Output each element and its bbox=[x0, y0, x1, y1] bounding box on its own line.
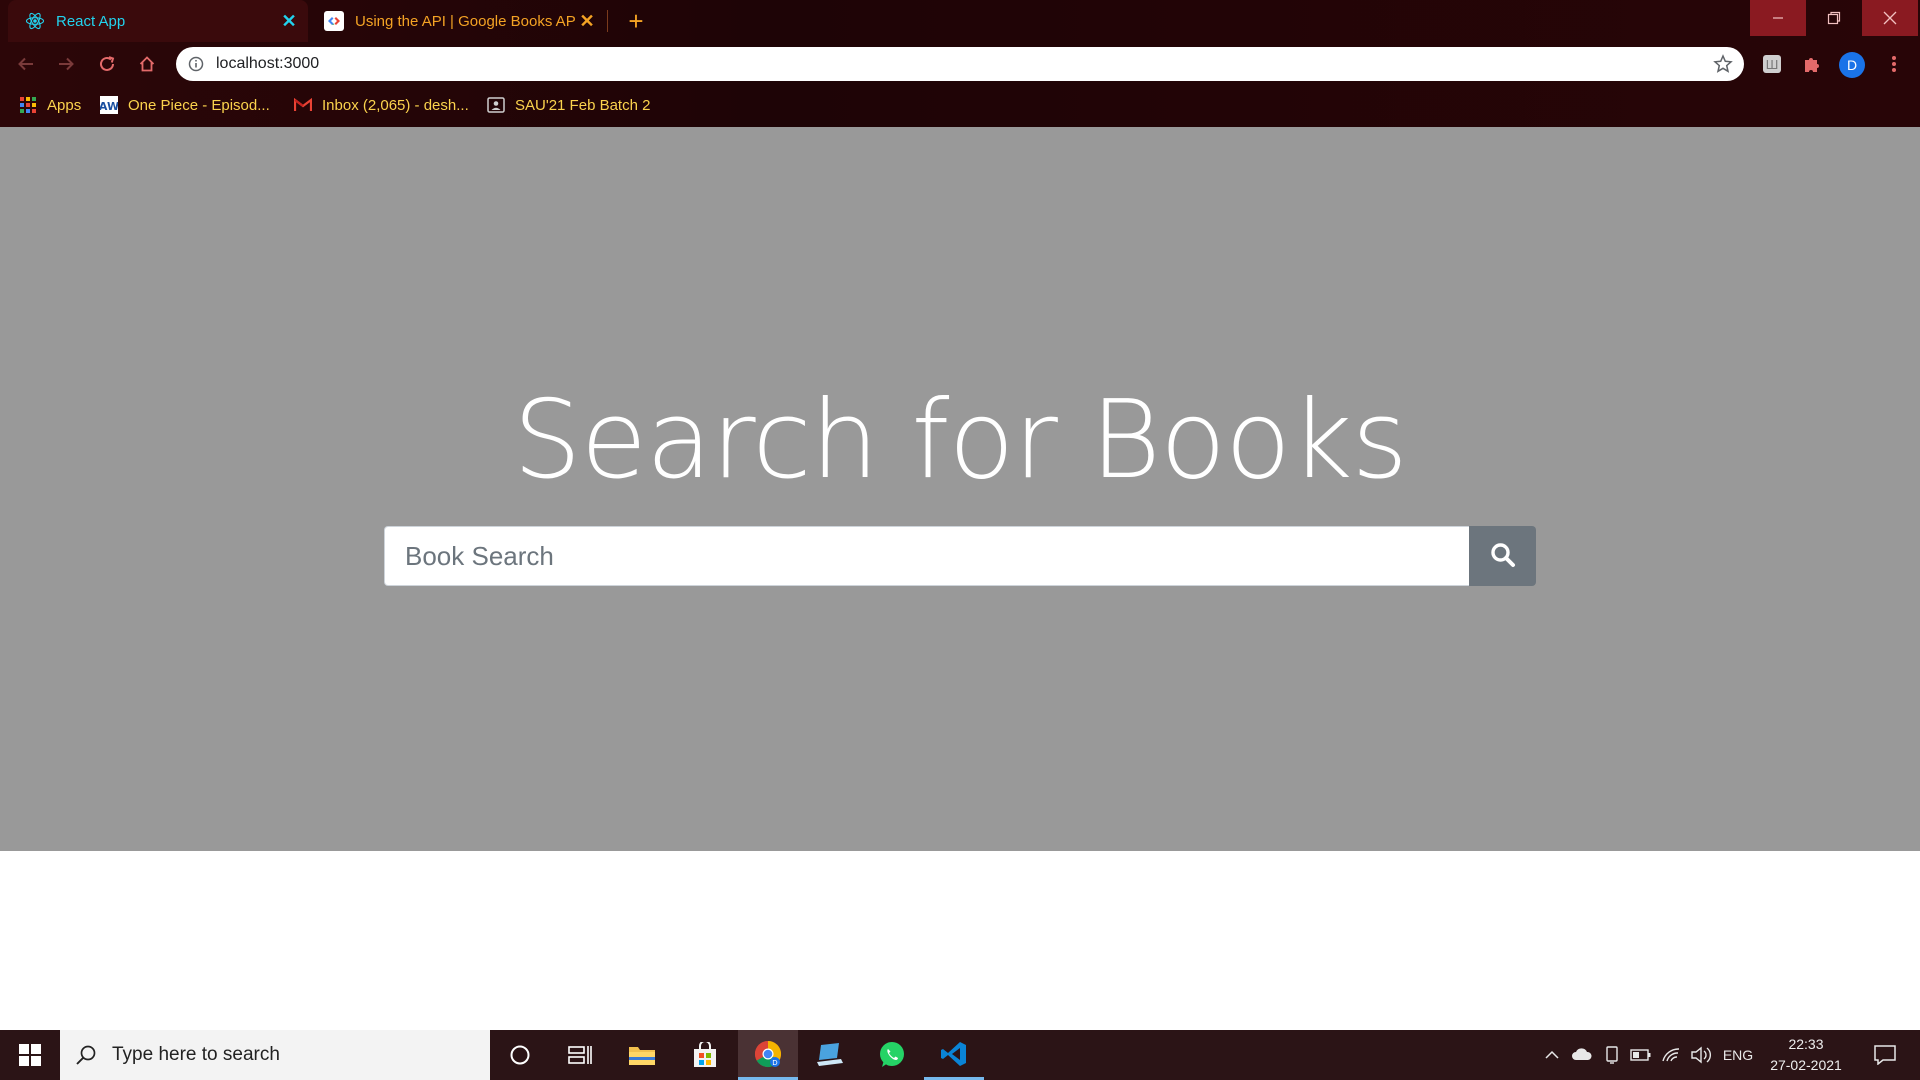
search-button[interactable] bbox=[1469, 526, 1536, 586]
whatsapp-icon[interactable] bbox=[862, 1030, 922, 1080]
taskbar-search-box[interactable]: Type here to search bbox=[60, 1030, 490, 1080]
home-icon[interactable] bbox=[133, 50, 161, 78]
apps-grid-icon bbox=[19, 96, 37, 114]
tab-title: React App bbox=[56, 12, 126, 30]
close-icon[interactable]: ✕ bbox=[576, 10, 598, 32]
battery-icon[interactable] bbox=[1628, 1030, 1654, 1080]
gmail-icon bbox=[294, 96, 312, 114]
tab-react-app[interactable]: React App ✕ bbox=[8, 0, 308, 42]
bookmark-gmail-inbox[interactable]: Inbox (2,065) - desh... bbox=[294, 91, 469, 119]
forward-arrow-icon[interactable] bbox=[52, 50, 80, 78]
device-icon[interactable] bbox=[1600, 1030, 1624, 1080]
book-search-form bbox=[384, 526, 1536, 586]
clock-time: 22:33 bbox=[1788, 1036, 1824, 1052]
cortana-icon[interactable] bbox=[490, 1030, 550, 1080]
svg-text:AW: AW bbox=[100, 100, 118, 113]
windows-taskbar: Type here to search D ENG 22:33 27-02-20… bbox=[0, 1030, 1920, 1080]
tab-strip: React App ✕ Using the API | Google Books… bbox=[0, 0, 1920, 42]
address-bar[interactable]: localhost:3000 bbox=[176, 47, 1744, 81]
search-icon bbox=[74, 1043, 98, 1067]
info-icon[interactable] bbox=[186, 54, 206, 74]
tab-google-books-api[interactable]: Using the API | Google Books API ✕ bbox=[316, 0, 606, 42]
tab-title: Using the API | Google Books API bbox=[355, 12, 576, 30]
close-icon[interactable]: ✕ bbox=[278, 10, 300, 32]
bookmark-label: One Piece - Episod... bbox=[128, 96, 270, 114]
page-title: Search for Books bbox=[513, 378, 1408, 503]
bookmarks-bar: Apps AW One Piece - Episod... Inbox (2,0… bbox=[0, 91, 1920, 119]
reload-icon[interactable] bbox=[93, 50, 121, 78]
chevron-up-icon[interactable] bbox=[1539, 1030, 1565, 1080]
browser-chrome: React App ✕ Using the API | Google Books… bbox=[0, 0, 1920, 127]
svg-text:D: D bbox=[772, 1059, 777, 1067]
bookmark-apps[interactable]: Apps bbox=[19, 91, 81, 119]
system-clock[interactable]: 22:33 27-02-2021 bbox=[1756, 1034, 1856, 1076]
file-explorer-icon[interactable] bbox=[612, 1030, 672, 1080]
contact-card-icon bbox=[487, 96, 505, 114]
minimize-icon[interactable] bbox=[1750, 0, 1806, 36]
bookmark-label: SAU'21 Feb Batch 2 bbox=[515, 96, 651, 114]
google-developers-icon bbox=[324, 11, 344, 31]
bookmark-sau-batch[interactable]: SAU'21 Feb Batch 2 bbox=[487, 91, 650, 119]
react-icon bbox=[25, 11, 45, 31]
svg-text:Ш: Ш bbox=[1766, 58, 1779, 72]
taskbar-search-placeholder: Type here to search bbox=[112, 1044, 280, 1065]
clock-date: 27-02-2021 bbox=[1770, 1057, 1842, 1073]
task-view-icon[interactable] bbox=[550, 1030, 610, 1080]
aw-icon: AW bbox=[100, 96, 118, 114]
bookmark-star-icon[interactable] bbox=[1712, 53, 1734, 75]
puzzle-extensions-icon[interactable] bbox=[1798, 50, 1826, 78]
laptop-app-icon[interactable] bbox=[800, 1030, 860, 1080]
close-window-icon[interactable] bbox=[1862, 0, 1918, 36]
profile-avatar[interactable]: D bbox=[1839, 52, 1865, 78]
page-viewport: Search for Books bbox=[0, 127, 1920, 1030]
back-arrow-icon[interactable] bbox=[12, 50, 40, 78]
tab-separator bbox=[607, 10, 608, 32]
extension-icon[interactable]: Ш bbox=[1758, 50, 1786, 78]
bookmark-label: Apps bbox=[47, 96, 82, 114]
new-tab-plus-icon[interactable]: + bbox=[622, 8, 650, 36]
hero-section: Search for Books bbox=[0, 127, 1920, 851]
onedrive-cloud-icon[interactable] bbox=[1568, 1030, 1596, 1080]
volume-icon[interactable] bbox=[1688, 1030, 1714, 1080]
more-menu-icon[interactable] bbox=[1880, 50, 1908, 78]
wifi-icon[interactable] bbox=[1658, 1030, 1684, 1080]
chrome-icon[interactable]: D bbox=[738, 1030, 798, 1080]
microsoft-store-icon[interactable] bbox=[675, 1030, 735, 1080]
restore-icon[interactable] bbox=[1806, 0, 1862, 36]
bookmark-one-piece[interactable]: AW One Piece - Episod... bbox=[100, 91, 270, 119]
url-text: localhost:3000 bbox=[216, 55, 320, 72]
bookmark-label: Inbox (2,065) - desh... bbox=[322, 96, 469, 114]
search-icon bbox=[1490, 542, 1516, 571]
browser-toolbar: localhost:3000 Ш bbox=[0, 42, 1920, 86]
windows-start-icon[interactable] bbox=[0, 1030, 60, 1080]
language-indicator[interactable]: ENG bbox=[1718, 1030, 1758, 1080]
vscode-icon[interactable] bbox=[924, 1030, 984, 1080]
book-search-input[interactable] bbox=[384, 526, 1469, 586]
notification-center-icon[interactable] bbox=[1860, 1030, 1910, 1080]
